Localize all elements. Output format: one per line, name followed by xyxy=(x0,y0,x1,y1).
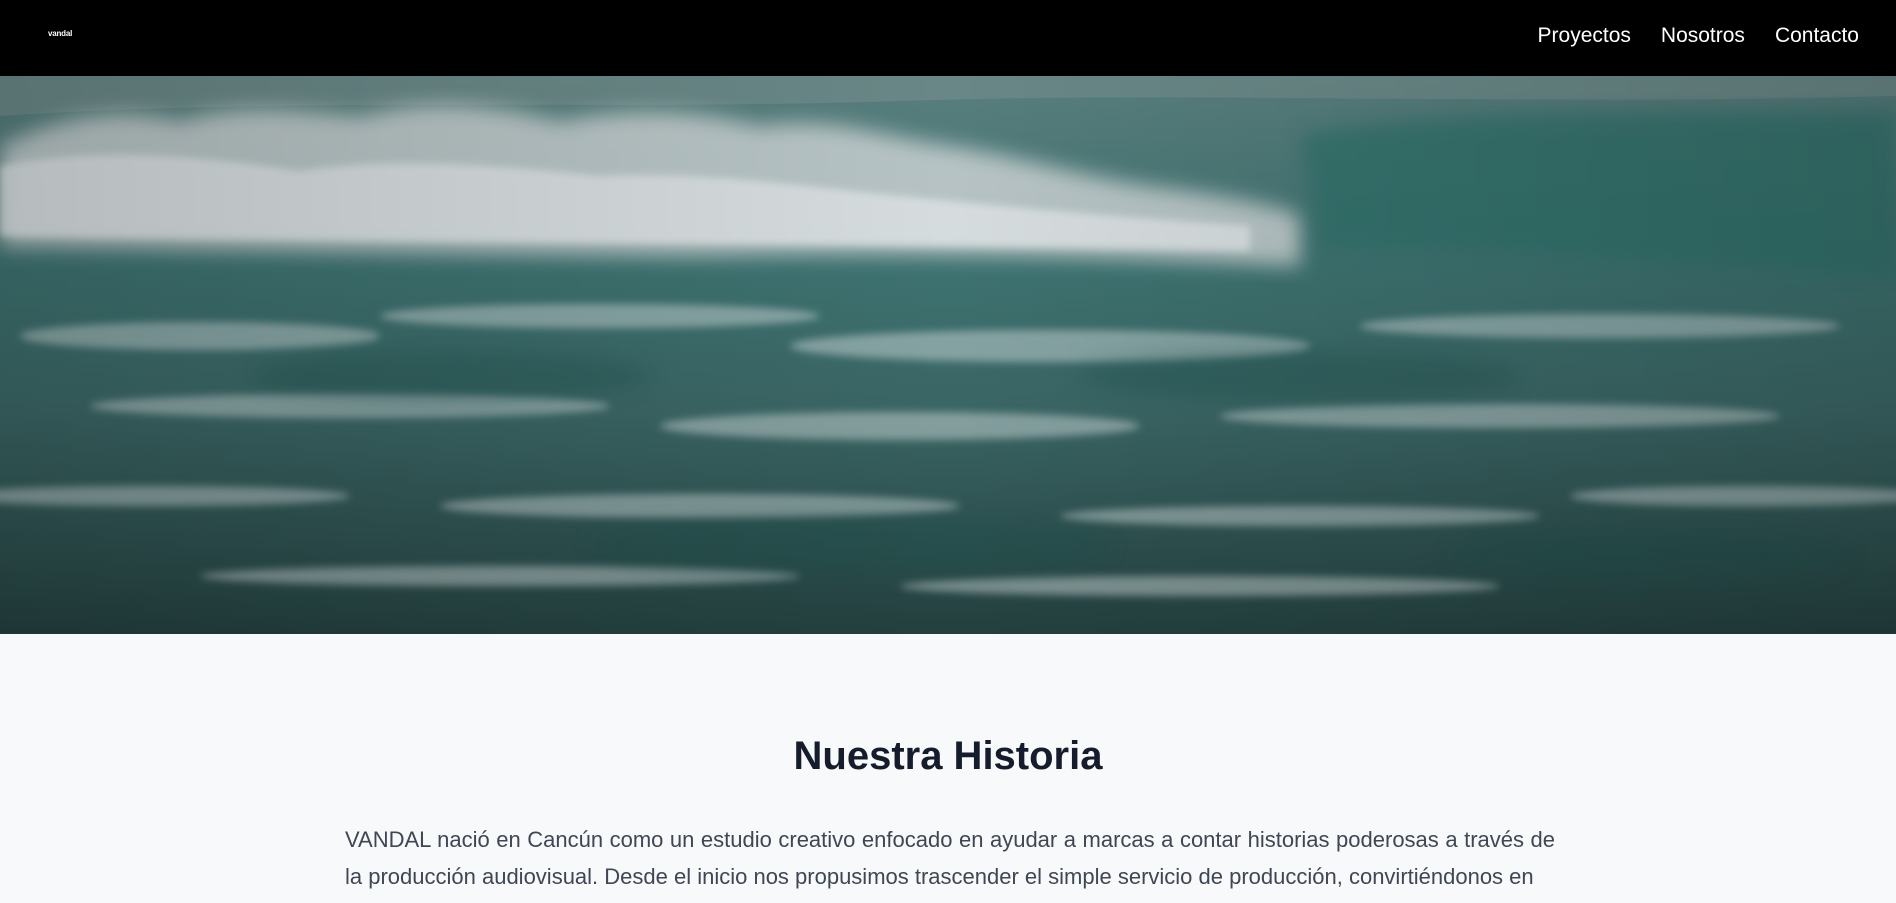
nav-link-nosotros[interactable]: Nosotros xyxy=(1661,24,1745,48)
historia-section: Nuestra Historia VANDAL nació en Cancún … xyxy=(0,634,1896,903)
section-title: Nuestra Historia xyxy=(793,734,1103,778)
top-navbar: vandal Proyectos Nosotros Contacto xyxy=(0,0,1896,76)
vandal-logo[interactable]: vandal xyxy=(48,29,72,38)
nav-link-proyectos[interactable]: Proyectos xyxy=(1538,24,1631,48)
nav-links: Proyectos Nosotros Contacto xyxy=(1538,24,1859,48)
ocean-wave-image xyxy=(0,76,1896,634)
historia-paragraph: VANDAL nació en Cancún como un estudio c… xyxy=(345,827,1555,889)
nav-link-contacto[interactable]: Contacto xyxy=(1775,24,1859,48)
hero-ocean-image xyxy=(0,76,1896,634)
